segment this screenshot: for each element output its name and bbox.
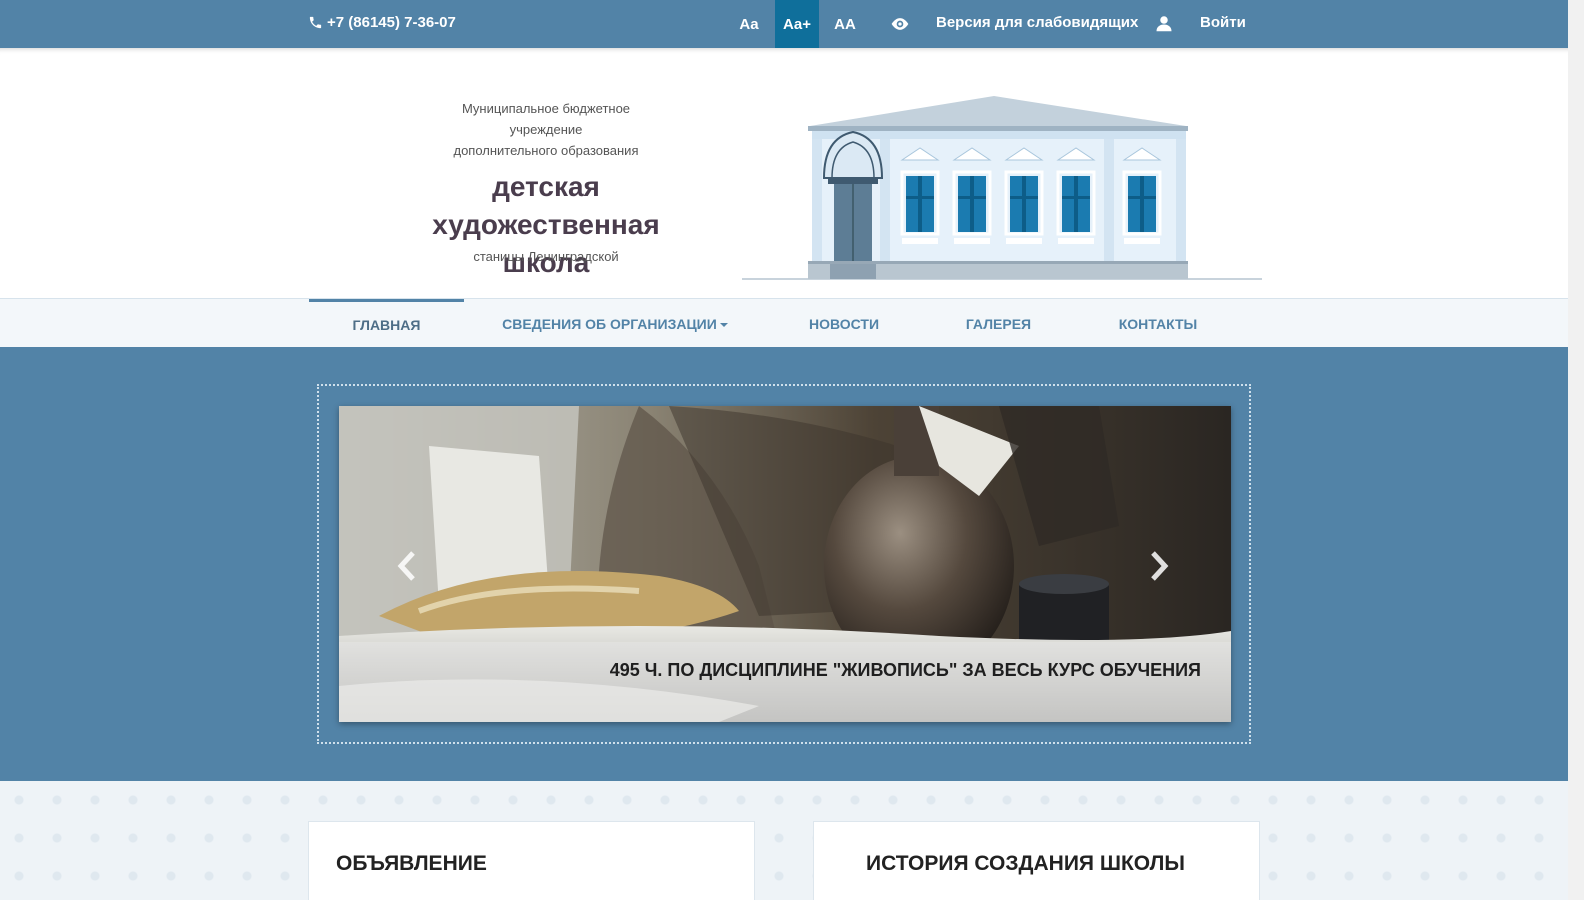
page-scrollbar[interactable] [1568,0,1584,900]
user-icon [1156,16,1172,32]
history-title: ИСТОРИЯ СОЗДАНИЯ ШКОЛЫ [866,852,1185,875]
eye-icon [891,18,909,30]
announcement-card: ОБЪЯВЛЕНИЕ [308,821,755,900]
font-size-small-button[interactable]: Aa [727,0,771,48]
history-card: ИСТОРИЯ СОЗДАНИЯ ШКОЛЫ [813,821,1260,900]
site-header: Муниципальное бюджетное учреждение допол… [0,48,1568,298]
school-type-line3: дополнительного образования [453,143,639,158]
school-title-line1: детская художественная [432,171,660,240]
content-area: ОБЪЯВЛЕНИЕ ИСТОРИЯ СОЗДАНИЯ ШКОЛЫ [0,781,1568,900]
impaired-version-link[interactable]: Версия для слабовидящих [936,14,1138,31]
phone-number: +7 (86145) 7-36-07 [327,14,456,31]
phone-icon [309,16,322,29]
announcement-title: ОБЪЯВЛЕНИЕ [336,852,487,875]
nav-item-contacts[interactable]: КОНТАКТЫ [1100,299,1216,348]
slide-caption: 495 Ч. ПО ДИСЦИПЛИНЕ "ЖИВОПИСЬ" ЗА ВЕСЬ … [339,642,1231,722]
top-bar: +7 (86145) 7-36-07 Aa Aa+ AA Версия для … [0,0,1568,48]
nav-item-organization[interactable]: СВЕДЕНИЯ ОБ ОРГАНИЗАЦИИ [495,299,735,348]
login-link[interactable]: Войти [1200,14,1246,31]
nav-item-organization-label: СВЕДЕНИЯ ОБ ОРГАНИЗАЦИИ [502,315,717,332]
font-size-large-button[interactable]: AA [823,0,867,48]
school-type: Муниципальное бюджетное учреждение допол… [376,98,716,161]
nav-item-gallery-label: ГАЛЕРЕЯ [965,315,1032,332]
school-building-illustration [742,96,1262,280]
school-type-line2: учреждение [509,122,583,137]
next-slide-arrow-icon[interactable] [1147,551,1171,581]
caret-down-icon [719,322,728,327]
nav-item-news[interactable]: НОВОСТИ [794,299,894,348]
school-town: станицы Ленинградской [473,249,619,264]
previous-slide-arrow-icon[interactable] [395,551,419,581]
font-size-medium-button[interactable]: Aa+ [775,0,819,48]
nav-item-news-label: НОВОСТИ [808,315,880,332]
school-title: детская художественная школа [376,168,716,282]
nav-item-contacts-label: КОНТАКТЫ [1118,315,1198,332]
nav-item-home-label: ГЛАВНАЯ [352,317,421,333]
slider-frame: 495 Ч. ПО ДИСЦИПЛИНЕ "ЖИВОПИСЬ" ЗА ВЕСЬ … [317,384,1251,744]
nav-item-gallery[interactable]: ГАЛЕРЕЯ [950,299,1047,348]
phone-contact[interactable]: +7 (86145) 7-36-07 [308,14,456,31]
school-type-line1: Муниципальное бюджетное [461,101,631,116]
slide-image[interactable]: 495 Ч. ПО ДИСЦИПЛИНЕ "ЖИВОПИСЬ" ЗА ВЕСЬ … [339,406,1231,722]
main-navigation: ГЛАВНАЯ СВЕДЕНИЯ ОБ ОРГАНИЗАЦИИ НОВОСТИ … [0,298,1568,347]
slide-caption-text: 495 Ч. ПО ДИСЦИПЛИНЕ "ЖИВОПИСЬ" ЗА ВЕСЬ … [609,660,1201,680]
slider-section: 495 Ч. ПО ДИСЦИПЛИНЕ "ЖИВОПИСЬ" ЗА ВЕСЬ … [0,347,1568,781]
nav-item-home[interactable]: ГЛАВНАЯ [309,299,464,348]
